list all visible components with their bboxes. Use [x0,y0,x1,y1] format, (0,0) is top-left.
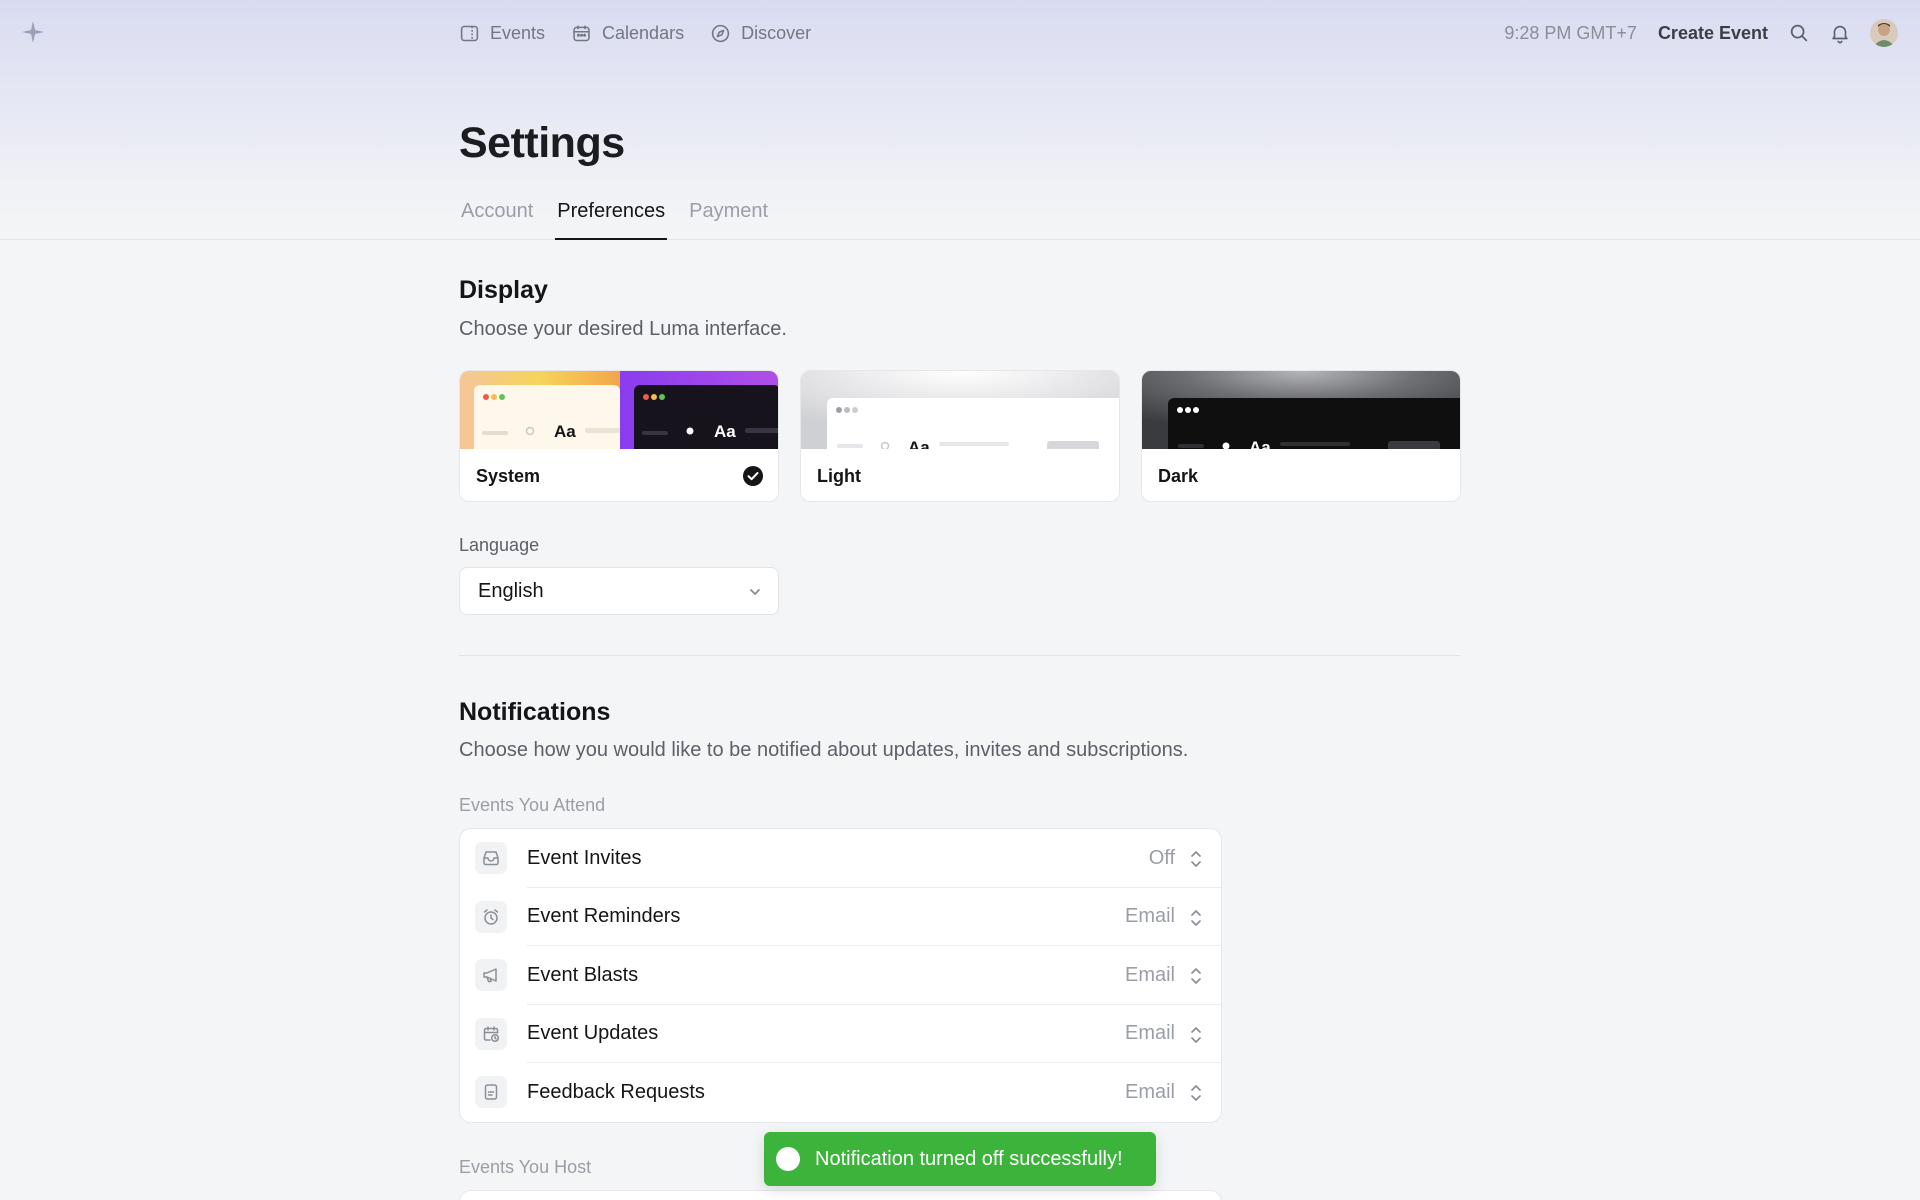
page-title: Settings [459,119,625,167]
notif-row-event-invites[interactable]: Event Invites Off [460,829,1221,888]
theme-preview-dark: Aa [1142,371,1460,449]
chevron-up-down-icon [1191,1085,1201,1101]
events-you-attend-label: Events You Attend [459,795,606,815]
language-label: Language [459,535,540,555]
theme-label-system: System [476,466,541,486]
nav-right: 9:28 PM GMT+7 Create Event [1504,0,1898,66]
attend-notification-list: Event Invites Off Event Reminders Email … [459,828,1222,1123]
theme-preview-system: Aa Aa [460,371,778,449]
calendar-icon [573,25,590,41]
host-notification-list [459,1190,1222,1200]
theme-dark-aa: Aa [1249,438,1271,449]
inbox-icon [483,851,499,866]
notif-label: Event Blasts [527,963,639,986]
compass-icon [711,24,730,42]
display-description: Choose your desired Luma interface. [459,318,787,340]
chevron-up-down-icon [1191,909,1201,926]
bell-icon[interactable] [1829,22,1851,44]
checkmark-circle-icon [743,466,763,486]
nav-link-events[interactable]: Events [459,23,545,44]
notif-label: Feedback Requests [527,1080,705,1103]
document-icon [484,1084,498,1100]
notif-value: Email [1124,1022,1175,1045]
nav-links: Events Calendars Discover [459,0,811,66]
notif-icon-box [475,1017,507,1050]
notif-row-feedback-requests[interactable]: Feedback Requests Email [460,1063,1221,1122]
nav-link-label: Calendars [602,22,685,43]
user-avatar-icon [1870,19,1898,47]
theme-system-aa-light: Aa [554,422,576,441]
avatar[interactable] [1870,19,1898,47]
luma-logo-icon[interactable] [20,19,46,45]
theme-preview-light: Aa [801,371,1119,449]
theme-system-aa-dark: Aa [714,422,736,441]
notif-value: Email [1124,963,1175,986]
language-value: English [478,579,544,602]
theme-label-dark: Dark [1158,466,1199,486]
ticket-icon [460,25,479,41]
theme-light-aa: Aa [908,438,930,449]
toast-message: Notification turned off successfully! [815,1147,1123,1170]
settings-tabs: Account Preferences Payment [459,198,790,240]
notif-row-event-reminders[interactable]: Event Reminders Email [460,888,1221,946]
notif-value: Email [1124,1080,1175,1103]
notifications-description: Choose how you would like to be notified… [459,739,1189,761]
create-event-button[interactable]: Create Event [1658,23,1768,44]
chevron-up-down-icon [1191,968,1201,984]
notif-value: Off [1148,846,1175,869]
notif-row-event-updates[interactable]: Event Updates Email [460,1005,1221,1063]
notif-label: Event Reminders [527,905,681,928]
current-time: 9:28 PM GMT+7 [1504,22,1637,43]
events-you-host-label: Events You Host [459,1157,592,1177]
notif-icon-box [475,959,507,991]
theme-label-light: Light [817,466,861,486]
notifications-title: Notifications [459,698,611,726]
megaphone-icon [483,968,497,983]
tab-payment[interactable]: Payment [687,198,770,240]
notif-value: Email [1124,905,1175,928]
search-icon[interactable] [1788,22,1810,44]
display-title: Display [459,276,548,304]
theme-option-light[interactable]: Aa Light [800,370,1120,502]
alarm-clock-icon [483,908,499,925]
tab-account[interactable]: Account [459,198,535,240]
nav-link-label: Events [490,22,546,43]
notif-label: Event Updates [527,1022,659,1045]
tab-preferences[interactable]: Preferences [555,198,667,240]
nav-link-calendars[interactable]: Calendars [571,23,684,44]
notif-label: Event Invites [527,846,642,869]
nav-link-label: Discover [741,22,812,43]
chevron-down-icon [750,589,760,595]
notif-icon-box [475,1076,507,1108]
notif-icon-box [475,900,507,933]
theme-option-system[interactable]: Aa Aa System [459,370,779,502]
section-divider [459,655,1460,656]
theme-option-dark[interactable]: Aa Dark [1141,370,1461,502]
notif-row-event-blasts[interactable]: Event Blasts Email [460,946,1221,1005]
chevron-up-down-icon [1191,1026,1201,1043]
chevron-up-down-icon [1191,851,1201,867]
nav-link-discover[interactable]: Discover [710,23,811,44]
notif-icon-box [475,842,507,874]
success-toast: Notification turned off successfully! [764,1132,1156,1186]
toast-status-icon [776,1147,800,1171]
language-select[interactable]: English [459,567,779,615]
top-nav: Events Calendars Discover 9:28 PM GMT+7 … [0,0,1920,66]
calendar-clock-icon [483,1025,500,1042]
